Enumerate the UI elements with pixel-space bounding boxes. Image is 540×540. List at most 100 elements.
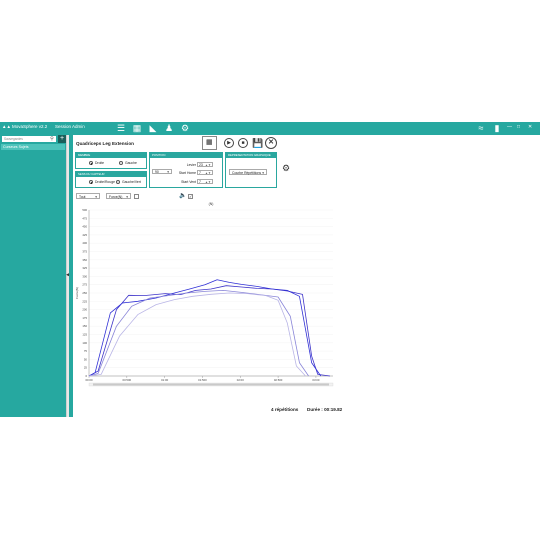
settings-gear-icon[interactable]: ⚙ [282,163,290,174]
y-tick-label: 425 [82,233,87,237]
chart-icon[interactable]: ◣ [148,123,158,134]
start-home-stepper[interactable]: 7 ▲▼ [197,170,213,175]
y-tick-label: 25 [84,366,88,370]
maximize-button[interactable]: □ [517,124,520,130]
y-tick-label: 400 [82,241,87,245]
x-tick-label: 01:00 [161,378,168,382]
chevron-down-icon: ▾ [167,170,169,174]
play-button[interactable]: ▶ [224,138,234,148]
save-button[interactable]: 💾 [252,138,264,148]
levier-label: Levier [186,163,196,167]
y-tick-label: 175 [82,316,87,320]
chart-scrollbar-thumb [93,383,329,386]
minimize-button[interactable]: — [507,124,512,130]
main-border [69,135,73,417]
chevron-down-icon: ▾ [126,195,128,199]
force-chart: (N) Force(N) 0 25 50 75 100 125 150 175 200 225 250 2… [75,202,338,392]
play-icon: ▶ [227,140,231,146]
search-input[interactable]: Sauvegardes [2,136,56,142]
radio-dot[interactable] [119,161,123,166]
close-icon: ✕ [268,139,274,146]
close-window-button[interactable]: ✕ [528,124,532,130]
filter-checkbox[interactable] [134,194,139,199]
x-tick-label: 02:500 [274,378,283,382]
duration-label: Durée : 00:19.82 [307,407,343,412]
sound-checkbox[interactable]: ✓ [188,194,193,199]
y-tick-label: 50 [84,357,88,361]
chart-title: (N) [209,202,214,206]
stepper-arrows-icon[interactable]: ▲▼ [205,180,211,185]
signal-icon: ≈ [478,123,484,133]
sensor-direction-panel: SENS DU CAPTEUR Droite/Rouge Gauche/Vert [75,171,147,188]
y-tick-label: 450 [82,225,87,229]
battery-icon: ▮ [494,123,500,133]
sensor-icon: ▦ [206,139,213,146]
sensor-option-right[interactable]: Droite/Rouge [89,180,115,185]
membre-panel: MEMBRE Droite Gauche [75,152,147,169]
y-tick-label: 225 [82,299,87,303]
radio-dot[interactable] [89,161,93,166]
y-tick-label: 200 [82,308,87,312]
start-vent-stepper[interactable]: 7 ▲▼ [197,179,213,184]
radio-dot[interactable] [116,180,120,185]
sidebar-item-subject[interactable]: Curseurs Sujets [1,144,65,150]
app-window: ▲▲ MovaSphere v2.2 Session Admin ☰ ▦ ◣ ♟… [0,122,540,417]
levier-stepper[interactable]: 23 ▲▼ [197,162,213,167]
save-icon: 💾 [252,138,264,148]
membre-option-droite[interactable]: Droite [89,161,104,166]
gear-icon[interactable]: ⚙ [180,123,190,134]
y-tick-label: 325 [82,266,87,270]
y-tick-label: 125 [82,333,87,337]
list-icon[interactable]: ☰ [116,123,126,134]
y-tick-label: 100 [82,341,87,345]
unit-select[interactable]: Force(N) ▾ [106,193,131,199]
position-panel: POSITION Levier 23 ▲▼ 90 ▾ Start Home 7 ▲▼ … [149,152,223,188]
search-icon[interactable]: ⚲ [49,136,55,142]
exercise-title: Quadriceps Leg Extension [76,141,134,146]
user-icon[interactable]: ♟ [164,123,174,134]
y-tick-label: 75 [84,349,88,353]
angle-select[interactable]: 90 ▾ [152,169,172,174]
representation-panel: REPRESENTATION GRAPHIQUE Courbe Répétiti… [225,152,277,188]
y-tick-label: 500 [82,208,87,212]
membre-header: MEMBRE [76,153,146,158]
speaker-icon[interactable]: 🔈 [179,192,186,199]
repetitions-count: 4 répétitions [271,407,299,412]
start-vent-label: Start Vent [181,180,196,184]
chart-svg: (N)Force(N)02550751001251501752002252502… [75,202,334,387]
stop-icon: ■ [241,140,245,146]
sidebar: Sauvegardes ⚲ + Curseurs Sujets [0,135,67,417]
y-tick-label: 375 [82,250,87,254]
add-button[interactable]: + [58,135,66,143]
app-logo-icon: ▲▲ [2,124,11,129]
device-icon[interactable]: ▦ [132,123,142,134]
chevron-down-icon: ▾ [262,171,264,175]
y-tick-label: 475 [82,216,87,220]
chevron-down-icon: ▾ [95,195,97,199]
start-home-label: Start Home [178,171,196,175]
close-button[interactable]: ✕ [265,137,277,149]
stop-button[interactable]: ■ [238,138,248,148]
device-settings-button[interactable]: ▦ [202,136,217,150]
y-tick-label: 300 [82,274,87,278]
sensor-direction-header: SENS DU CAPTEUR [76,172,146,177]
sensor-option-left[interactable]: Gauche/Vert [116,180,141,185]
stepper-arrows-icon[interactable]: ▲▼ [205,171,211,176]
stepper-arrows-icon[interactable]: ▲▼ [205,163,211,168]
series-line-1 [88,285,331,377]
title-bar: ▲▲ MovaSphere v2.2 Session Admin ☰ ▦ ◣ ♟… [0,122,540,135]
y-tick-label: 250 [82,291,87,295]
y-tick-label: 350 [82,258,87,262]
y-tick-label: 275 [82,283,87,287]
user-label: Session Admin [55,124,85,129]
membre-option-gauche[interactable]: Gauche [119,161,137,166]
radio-dot[interactable] [89,180,93,185]
representation-header: REPRESENTATION GRAPHIQUE [226,153,276,158]
x-tick-label: 00:00 [86,378,93,382]
x-tick-label: 02:00 [237,378,244,382]
representation-select[interactable]: Courbe Répétitions ▾ [229,169,267,175]
x-tick-label: 03:00 [312,378,319,382]
app-title: MovaSphere v2.2 [12,124,48,129]
x-tick-label: 01:500 [198,378,207,382]
time-select[interactable]: Tout ▾ [76,193,100,199]
